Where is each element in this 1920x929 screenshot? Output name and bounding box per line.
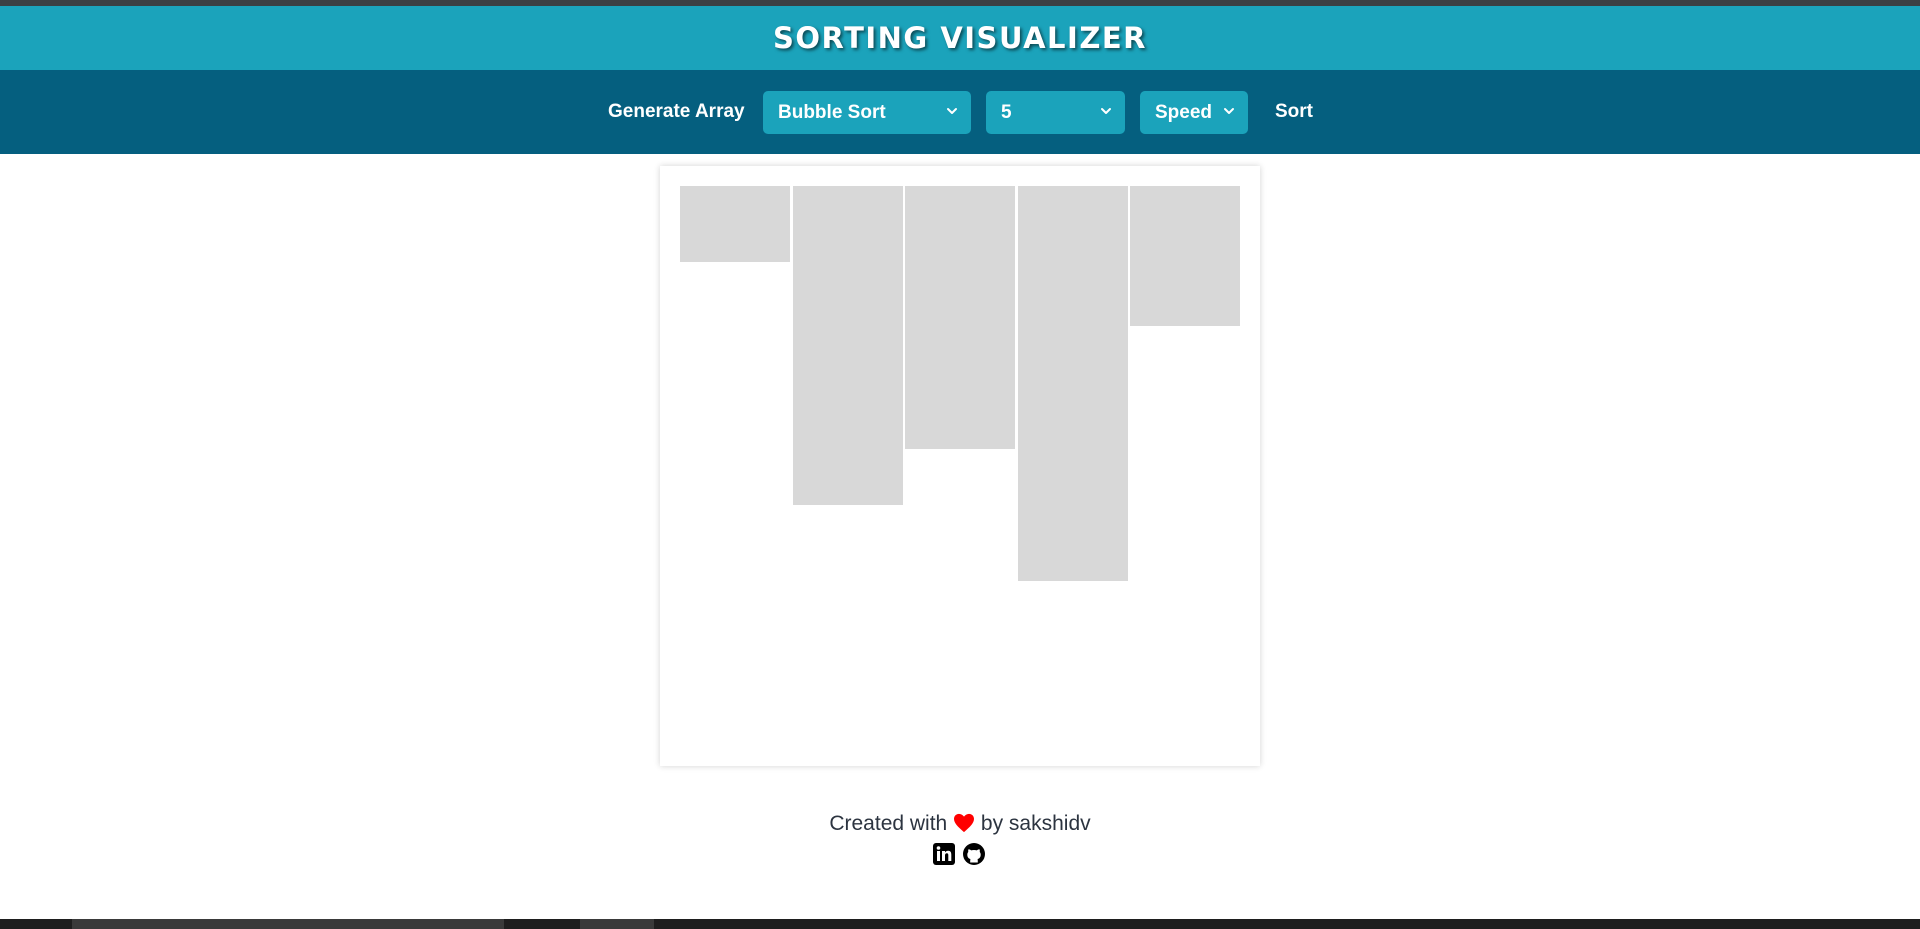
speed-select[interactable]: Speed bbox=[1140, 91, 1248, 134]
credit-line: Created with by sakshidv bbox=[0, 812, 1920, 836]
credit-suffix: by sakshidv bbox=[980, 812, 1091, 835]
algorithm-select[interactable]: Bubble Sort bbox=[763, 91, 971, 134]
social-links bbox=[932, 842, 986, 866]
github-icon bbox=[963, 843, 985, 865]
taskbar-item[interactable] bbox=[580, 919, 654, 929]
taskbar-item[interactable] bbox=[72, 919, 504, 929]
algorithm-select-value: Bubble Sort bbox=[778, 101, 886, 123]
array-bars bbox=[680, 186, 1240, 746]
array-bar bbox=[1017, 186, 1128, 581]
array-bar bbox=[1130, 186, 1240, 326]
sort-button[interactable]: Sort bbox=[1275, 70, 1313, 154]
github-link[interactable] bbox=[962, 842, 986, 866]
chevron-down-icon bbox=[1101, 108, 1111, 114]
array-size-select[interactable]: 5 bbox=[986, 91, 1125, 134]
generate-array-button[interactable]: Generate Array bbox=[608, 70, 745, 154]
control-bar: Generate Array Bubble Sort 5 Speed Sort bbox=[0, 70, 1920, 154]
chevron-down-icon bbox=[1224, 108, 1234, 114]
visualizer-panel bbox=[660, 166, 1260, 766]
array-size-select-value: 5 bbox=[1001, 101, 1012, 123]
array-bar bbox=[905, 186, 1015, 449]
speed-select-value: Speed bbox=[1155, 101, 1213, 123]
credit-prefix: Created with bbox=[829, 812, 948, 835]
page-title: SORTING VISUALIZER bbox=[773, 21, 1147, 55]
chevron-down-icon bbox=[947, 108, 957, 114]
linkedin-link[interactable] bbox=[932, 842, 956, 866]
title-bar: SORTING VISUALIZER bbox=[0, 6, 1920, 70]
linkedin-icon bbox=[933, 843, 955, 865]
array-bar bbox=[792, 186, 903, 505]
array-bar bbox=[680, 186, 790, 262]
heart-icon bbox=[954, 813, 975, 833]
